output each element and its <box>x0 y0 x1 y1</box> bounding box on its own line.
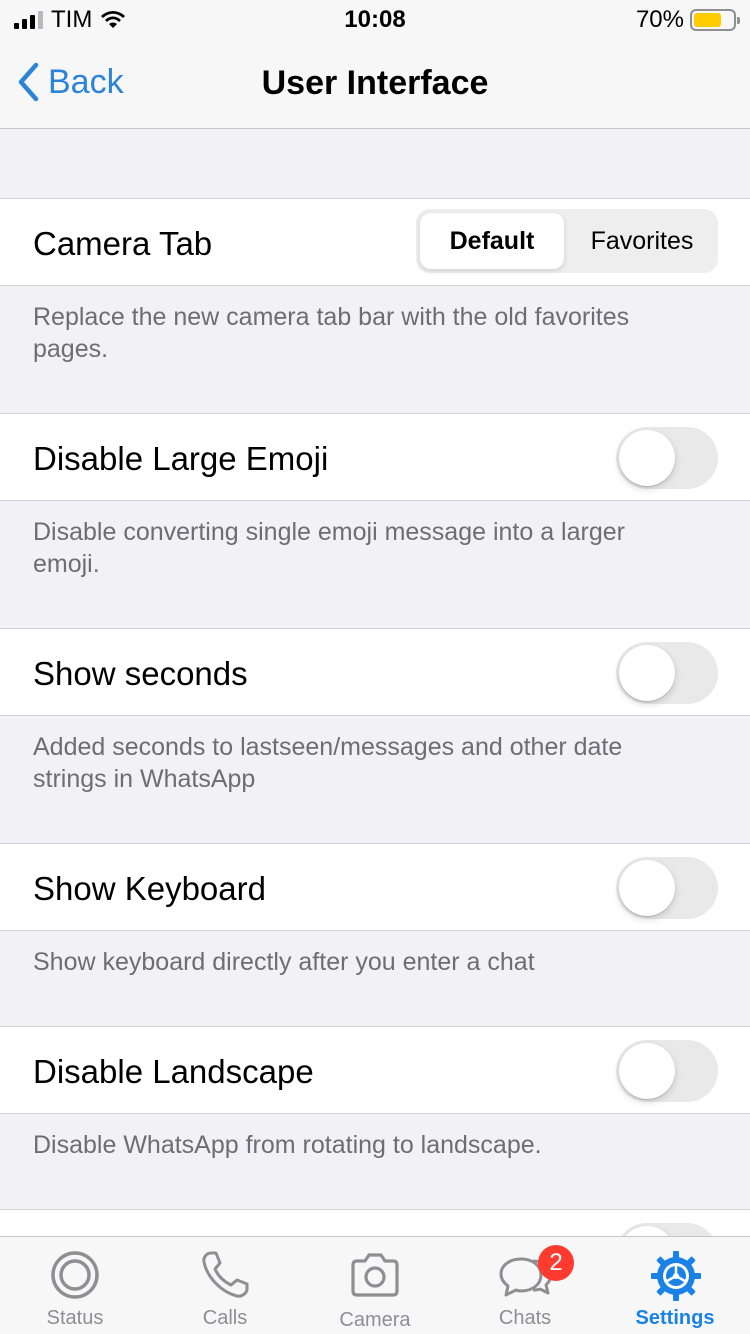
disable-large-emoji-row: Disable Large Emoji <box>0 413 750 501</box>
disable-landscape-toggle[interactable] <box>616 1040 718 1102</box>
disable-large-emoji-toggle[interactable] <box>616 427 718 489</box>
battery-percent: 70% <box>635 6 684 33</box>
camera-icon <box>351 1253 399 1297</box>
tab-settings-label: Settings <box>635 1307 715 1329</box>
phone-icon <box>202 1251 249 1298</box>
tab-settings[interactable]: Settings <box>600 1237 750 1334</box>
disable-large-emoji-description: Disable converting single emoji message … <box>33 518 625 578</box>
camera-tab-row: Camera Tab Default Favorites <box>0 198 750 286</box>
gear-icon <box>651 1251 701 1301</box>
tab-chats-label: Chats <box>498 1307 552 1329</box>
tab-calls[interactable]: Calls <box>150 1237 300 1334</box>
battery-fill <box>694 13 721 27</box>
disable-landscape-label: Disable Landscape <box>33 1053 314 1090</box>
camera-tab-segmented-control[interactable]: Default Favorites <box>416 209 718 273</box>
disable-landscape-description: Disable WhatsApp from rotating to landsc… <box>33 1131 542 1159</box>
toggle-knob <box>619 645 675 701</box>
show-seconds-label: Show seconds <box>33 655 248 692</box>
show-keyboard-description: Show keyboard directly after you enter a… <box>33 948 535 976</box>
tab-camera-label: Camera <box>339 1309 411 1331</box>
toggle-knob <box>619 1043 675 1099</box>
status-bar: TIM 10:08 70% <box>0 0 750 40</box>
tab-camera[interactable]: Camera <box>300 1237 450 1334</box>
tab-calls-label: Calls <box>202 1307 248 1329</box>
show-keyboard-toggle[interactable] <box>616 857 718 919</box>
segment-favorites[interactable]: Favorites <box>570 213 714 269</box>
tab-bar: Status Calls Camera 2 Chats Settings <box>0 1236 750 1334</box>
tab-status[interactable]: Status <box>0 1237 150 1334</box>
camera-tab-label: Camera Tab <box>33 225 213 262</box>
toggle-knob <box>619 860 675 916</box>
show-keyboard-row: Show Keyboard <box>0 843 750 931</box>
camera-tab-description: Replace the new camera tab bar with the … <box>33 303 630 363</box>
status-right: 70% <box>635 6 740 34</box>
disable-landscape-row: Disable Landscape <box>0 1026 750 1114</box>
toggle-knob <box>619 430 675 486</box>
show-seconds-row: Show seconds <box>0 628 750 716</box>
show-keyboard-label: Show Keyboard <box>33 870 266 907</box>
page-title: User Interface <box>261 64 489 102</box>
disable-large-emoji-label: Disable Large Emoji <box>33 440 329 477</box>
show-seconds-toggle[interactable] <box>616 642 718 704</box>
chats-unread-badge: 2 <box>538 1245 574 1281</box>
tab-status-label: Status <box>46 1307 104 1329</box>
show-seconds-description: Added seconds to lastseen/messages and o… <box>33 733 623 793</box>
navigation-bar: Back User Interface <box>0 40 750 129</box>
battery-icon <box>690 9 740 31</box>
segment-default[interactable]: Default <box>420 213 564 269</box>
status-icon <box>51 1251 99 1299</box>
tab-chats[interactable]: 2 Chats <box>450 1237 600 1334</box>
